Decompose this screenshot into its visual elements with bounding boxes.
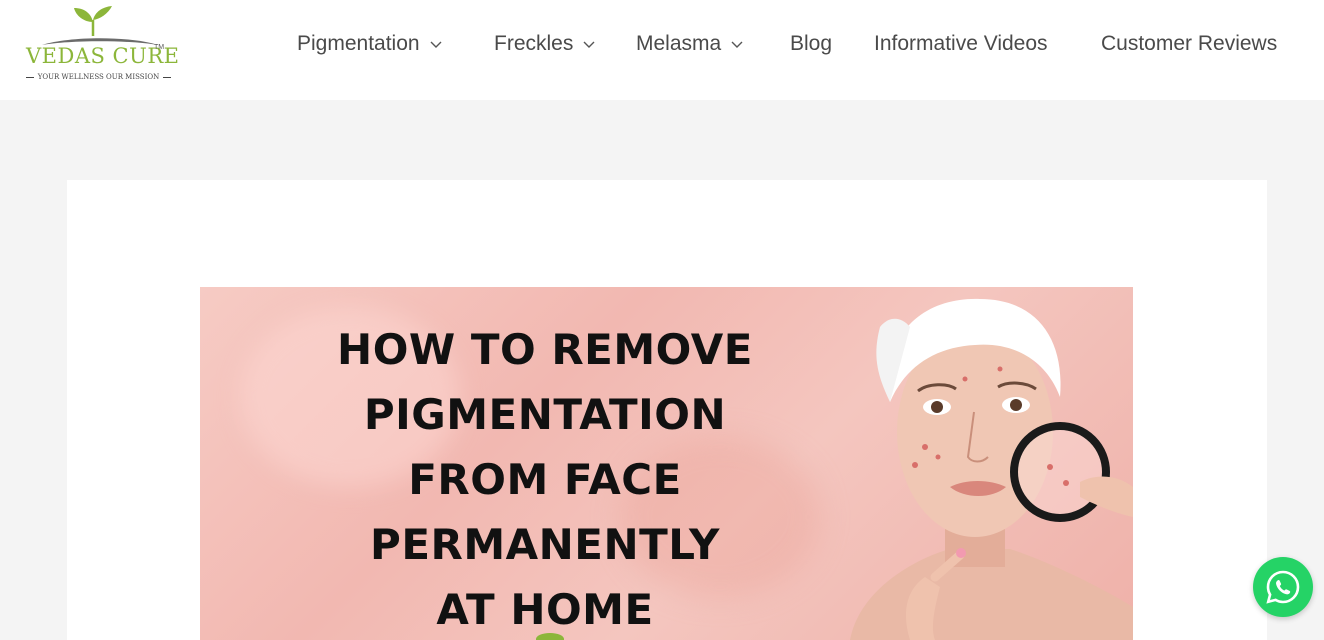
tagline-rule-right [163,76,171,78]
leaf-decoration [536,633,564,640]
vedas-cure-logo[interactable]: VEDAS CURE TM YOUR WELLNESS OUR MISSION [26,6,180,88]
nav-label: Pigmentation [297,32,420,55]
hero-title-line: PIGMENTATION [363,390,727,439]
trademark-mark: TM [154,44,165,51]
brand-tagline: YOUR WELLNESS OUR MISSION [37,73,160,81]
chevron-down-icon [430,41,442,48]
woman-with-magnifier-illustration [850,298,1133,640]
hero-image: HOW TO REMOVE PIGMENTATION FROM FACE PER… [200,287,1133,640]
tagline-rule-left [26,76,34,78]
nav-label: Blog [790,32,833,55]
nav-item-pigmentation[interactable]: Pigmentation [297,30,442,58]
hero-title-line: PERMANENTLY [370,520,720,569]
site-header: VEDAS CURE TM YOUR WELLNESS OUR MISSION … [0,0,1324,100]
hero-title-line: HOW TO REMOVE [337,325,753,374]
hero-title-line: AT HOME [436,585,654,634]
brand-name: VEDAS CURE [26,44,180,68]
brand-tagline-row: YOUR WELLNESS OUR MISSION [26,73,171,81]
nav-item-freckles[interactable]: Freckles [494,30,595,58]
nav-label: Informative Videos [874,32,1048,55]
chevron-down-icon [731,41,743,48]
hero-title: HOW TO REMOVE PIGMENTATION FROM FACE PER… [320,317,770,640]
nav-item-informative-videos[interactable]: Informative Videos [874,30,1048,58]
nav-label: Melasma [636,32,722,55]
nav-item-customer-reviews[interactable]: Customer Reviews [1101,30,1277,58]
whatsapp-icon [1266,570,1300,604]
sprout-icon [74,6,112,36]
nav-item-blog[interactable]: Blog [790,30,832,58]
whatsapp-chat-button[interactable] [1253,557,1313,617]
hero-title-line: FROM FACE [408,455,682,504]
nav-label: Customer Reviews [1101,32,1278,55]
nav-label: Freckles [494,32,574,55]
nav-item-melasma[interactable]: Melasma [636,30,743,58]
chevron-down-icon [583,41,595,48]
